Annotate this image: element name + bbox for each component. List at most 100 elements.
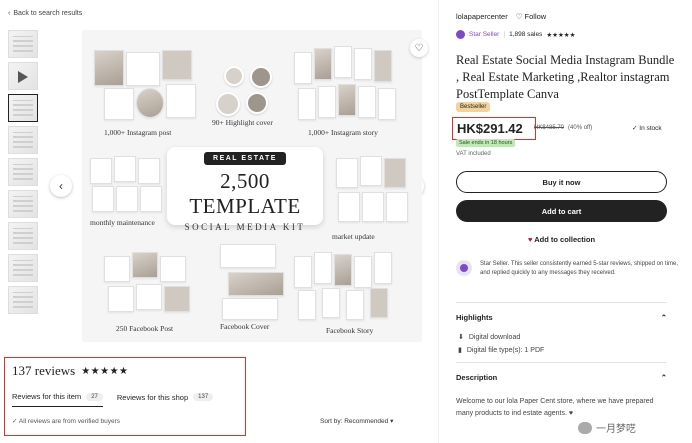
template-mockup	[126, 52, 160, 86]
template-mockup	[138, 158, 160, 184]
highlight-circle	[216, 92, 240, 116]
seller-rating-stars: ★★★★★	[546, 31, 576, 39]
template-mockup	[116, 186, 138, 212]
template-mockup	[114, 156, 136, 182]
template-mockup	[334, 46, 352, 78]
thumbnail[interactable]	[8, 30, 38, 58]
thumbnail-image	[13, 228, 33, 244]
highlights-title: Highlights	[456, 313, 493, 322]
back-to-search-link[interactable]: ‹ Back to search results	[8, 10, 82, 17]
star-seller-badge-icon	[456, 260, 472, 276]
download-icon: ⬇	[458, 334, 464, 341]
chevron-left-icon: ‹	[8, 10, 11, 17]
template-mockup	[298, 290, 316, 320]
caption-highlight-cover: 90+ Highlight cover	[212, 118, 273, 127]
highlight-text: Digital file type(s): 1 PDF	[466, 346, 545, 354]
add-to-collection-label: Add to collection	[534, 235, 596, 244]
tab-reviews-shop[interactable]: Reviews for this shop 137	[117, 392, 214, 407]
description-text: Welcome to our lola Paper Cent store, wh…	[456, 398, 654, 417]
divider	[456, 302, 667, 303]
in-stock-text: In stock	[639, 125, 662, 132]
stock-status: ✓ In stock	[632, 124, 662, 132]
template-mockup	[322, 288, 340, 318]
template-mockup	[140, 186, 162, 212]
video-thumbnail[interactable]	[8, 62, 38, 90]
thumbnail[interactable]	[8, 286, 38, 314]
sort-label: Sort by: Recommended	[320, 418, 389, 425]
add-to-collection-button[interactable]: ♥ Add to collection	[456, 235, 667, 244]
template-mockup	[338, 84, 356, 116]
bestseller-badge: Bestseller	[456, 102, 491, 112]
original-price-group: HK$485.70 (40% off)	[534, 125, 592, 131]
star-seller-text: Star Seller. This seller consistently ea…	[480, 261, 678, 276]
tab-label: Reviews for this item	[12, 392, 82, 401]
buy-now-button[interactable]: Buy it now	[456, 171, 667, 193]
star-seller-icon	[456, 30, 465, 39]
template-mockup	[374, 252, 392, 284]
seller-stats: Star Seller | 1,898 sales ★★★★★	[456, 30, 575, 39]
verified-note: ✓ All reviews are from verified buyers	[12, 417, 120, 425]
highlights-header[interactable]: Highlights ⌃	[456, 313, 667, 322]
thumbnail[interactable]	[8, 222, 38, 250]
template-mockup	[294, 256, 312, 288]
thumbnail-strip	[8, 30, 42, 318]
template-mockup	[162, 50, 192, 80]
play-icon	[18, 71, 28, 83]
template-mockup	[132, 252, 158, 278]
template-mockup	[220, 244, 276, 268]
template-mockup	[386, 192, 408, 222]
kit-subheadline: SOCIAL MEDIA KIT	[184, 222, 306, 232]
template-mockup	[228, 272, 284, 296]
template-mockup	[164, 286, 190, 312]
badge-dot	[460, 264, 468, 272]
watermark: 一月梦呓	[578, 420, 636, 435]
original-price: HK$485.70	[534, 125, 565, 131]
heart-outline-icon: ♡	[414, 42, 424, 54]
caption-facebook-cover: Facebook Cover	[220, 322, 270, 331]
thumbnail-selected[interactable]	[8, 94, 38, 122]
thumbnail[interactable]	[8, 126, 38, 154]
follow-button[interactable]: ♡ Follow	[516, 12, 547, 21]
wechat-icon	[578, 421, 592, 434]
watermark-text: 一月梦呓	[596, 424, 636, 435]
kit-title-card: REAL ESTATE 2,500 TEMPLATE SOCIAL MEDIA …	[167, 147, 323, 232]
template-mockup	[360, 156, 382, 186]
sale-ends-badge: Sale ends in 18 hours	[456, 139, 516, 147]
thumbnail-image	[13, 36, 33, 52]
highlight-text: Digital download	[468, 333, 521, 341]
template-mockup	[334, 254, 352, 286]
product-title: Real Estate Social Media Instagram Bundl…	[456, 53, 675, 101]
highlight-circle	[246, 92, 268, 114]
price: HK$291.42	[457, 121, 523, 136]
add-to-cart-button[interactable]: Add to cart	[456, 200, 667, 222]
thumbnail-image	[13, 100, 33, 116]
caret-down-icon: ▾	[390, 418, 394, 425]
back-label: Back to search results	[13, 10, 83, 17]
template-mockup	[314, 48, 332, 80]
follow-label: Follow	[524, 12, 547, 21]
verified-text: All reviews are from verified buyers	[18, 418, 121, 425]
template-mockup	[92, 186, 114, 212]
template-mockup	[318, 86, 336, 118]
template-mockup	[374, 50, 392, 82]
template-mockup	[346, 290, 364, 320]
chevron-up-icon: ⌃	[660, 373, 667, 382]
caption-facebook-post: 250 Facebook Post	[116, 324, 174, 333]
heart-icon: ♥	[527, 235, 533, 244]
favorite-button[interactable]: ♡	[410, 39, 428, 57]
thumbnail[interactable]	[8, 254, 38, 282]
thumbnail[interactable]	[8, 190, 38, 218]
count-pill: 27	[86, 392, 103, 401]
template-mockup	[358, 86, 376, 118]
reviews-count: 137 reviews	[12, 363, 76, 378]
previous-image-button[interactable]: ‹	[50, 175, 72, 197]
thumbnail[interactable]	[8, 158, 38, 186]
template-mockup	[354, 48, 372, 80]
rating-stars: ★★★★★	[81, 365, 129, 377]
divider	[456, 362, 667, 363]
description-header[interactable]: Description ⌃	[456, 373, 667, 382]
template-mockup	[338, 192, 360, 222]
tab-reviews-item[interactable]: Reviews for this item 27	[12, 392, 103, 407]
shop-name-link[interactable]: lolapapercenter	[456, 12, 508, 21]
sort-dropdown[interactable]: Sort by: Recommended ▾	[320, 417, 393, 425]
